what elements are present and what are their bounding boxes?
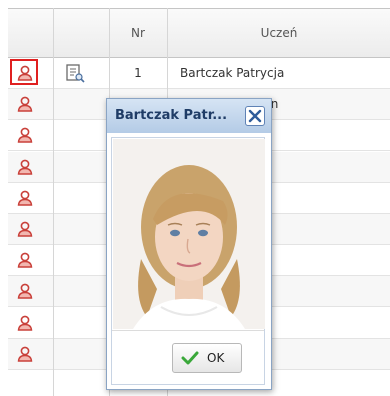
header-col-icon xyxy=(8,9,53,57)
person-icon[interactable] xyxy=(16,220,34,238)
person-icon[interactable] xyxy=(16,158,34,176)
ok-button[interactable]: OK xyxy=(172,343,242,373)
person-icon[interactable] xyxy=(10,59,38,85)
grid-header: Nr Uczeń xyxy=(8,8,390,58)
table-row[interactable]: 1 Bartczak Patrycja xyxy=(8,58,390,89)
dialog-body: OK xyxy=(111,137,265,385)
header-col-nr[interactable]: Nr xyxy=(110,9,166,57)
person-icon[interactable] xyxy=(16,95,34,113)
dialog-title: Bartczak Patr... xyxy=(115,108,228,123)
close-icon xyxy=(248,109,262,123)
person-icon[interactable] xyxy=(16,126,34,144)
dialog-separator xyxy=(112,330,264,331)
person-icon[interactable] xyxy=(16,282,34,300)
student-photo xyxy=(113,139,265,329)
ok-label: OK xyxy=(207,351,225,365)
person-icon[interactable] xyxy=(16,251,34,269)
row-number: 1 xyxy=(134,66,142,80)
column-divider xyxy=(53,8,54,396)
header-col-student[interactable]: Uczeń xyxy=(168,9,390,57)
student-name: Bartczak Patrycja xyxy=(180,66,285,80)
checkmark-icon xyxy=(181,351,199,365)
photo-dialog: Bartczak Patr... OK xyxy=(106,98,272,390)
person-icon[interactable] xyxy=(16,314,34,332)
dialog-header: Bartczak Patr... xyxy=(107,99,271,133)
person-icon[interactable] xyxy=(16,189,34,207)
close-button[interactable] xyxy=(245,106,265,126)
person-icon[interactable] xyxy=(16,345,34,363)
document-edit-icon[interactable] xyxy=(65,63,85,83)
header-col-details xyxy=(54,9,109,57)
